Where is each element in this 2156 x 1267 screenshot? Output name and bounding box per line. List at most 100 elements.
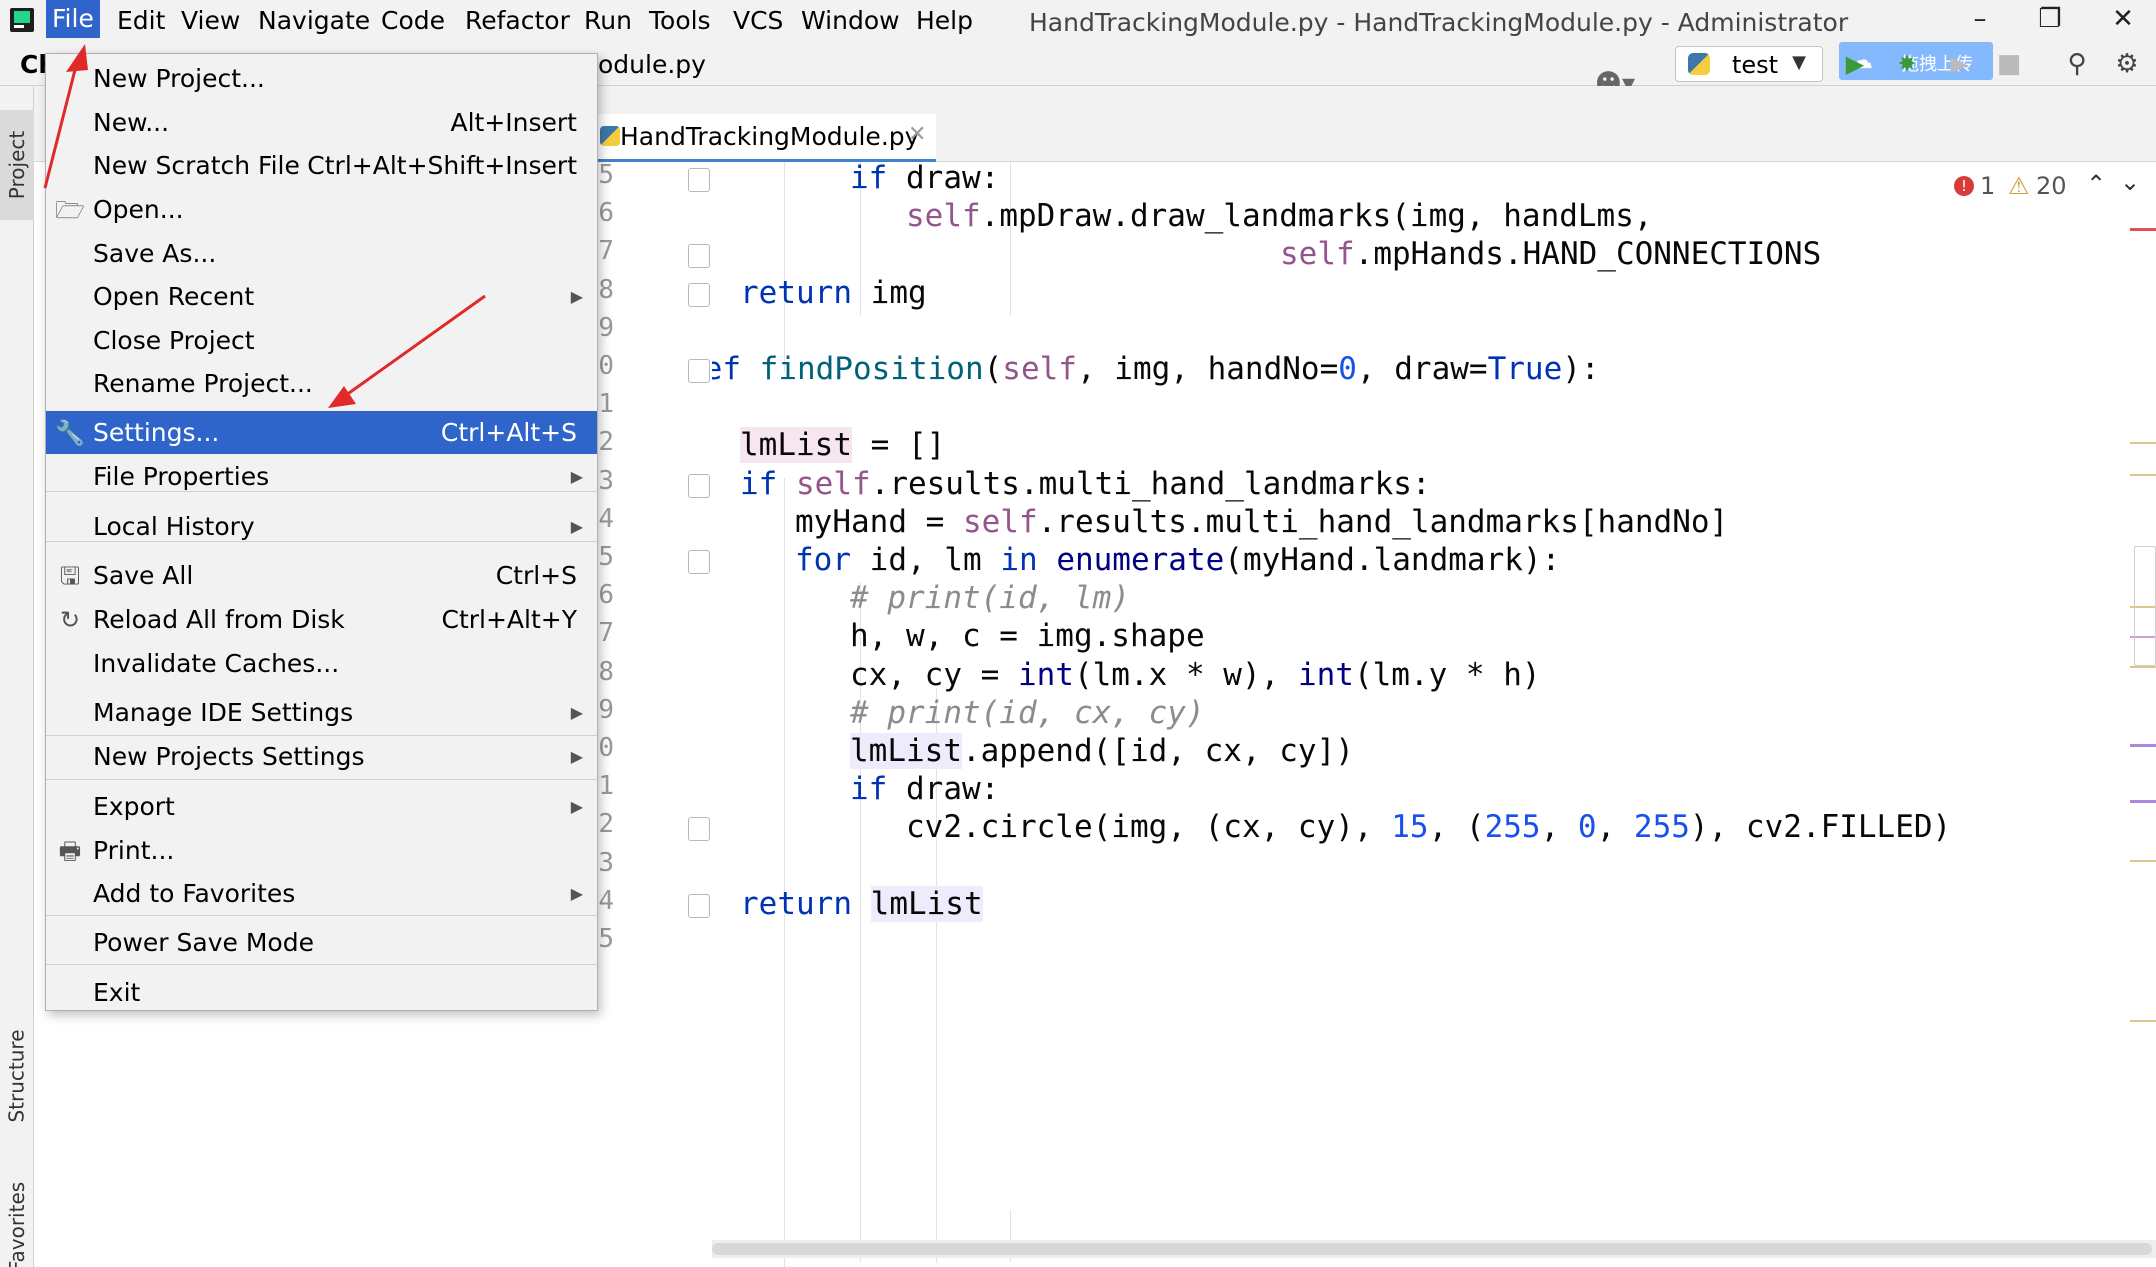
- code-token: ,: [1540, 809, 1578, 846]
- project-tool-tab[interactable]: Project: [0, 110, 34, 220]
- stop-icon[interactable]: ■: [1994, 46, 2024, 82]
- menu-window[interactable]: Window: [801, 8, 900, 34]
- code-token: cv2.circle(img, (cx, cy),: [906, 809, 1392, 846]
- code-token: ):: [1562, 351, 1600, 387]
- menu-item-power-save-mode[interactable]: Power Save Mode: [46, 921, 597, 964]
- menu-item-close-project[interactable]: Close Project: [46, 319, 597, 362]
- code-line: def findPosition(self, img, handNo=0, dr…: [712, 343, 1600, 395]
- menu-item-label: Open...: [93, 195, 184, 224]
- menu-item-shortcut: Ctrl+Alt+Y: [441, 605, 578, 634]
- menu-item-reload-all-from-disk[interactable]: ↻ Reload All from Disk Ctrl+Alt+Y: [46, 598, 597, 641]
- previous-highlight-icon[interactable]: ⌃: [2086, 170, 2106, 198]
- code-token: return: [740, 274, 871, 311]
- print-icon: 🖶: [58, 837, 82, 865]
- menu-item-invalidate-caches[interactable]: Invalidate Caches...: [46, 642, 597, 685]
- menu-file[interactable]: File: [46, 0, 100, 38]
- menu-view[interactable]: View: [181, 8, 240, 34]
- menu-item-rename-project[interactable]: Rename Project...: [46, 362, 597, 405]
- menu-item-new[interactable]: New... Alt+Insert: [46, 101, 597, 144]
- fold-marker-icon[interactable]: [688, 473, 710, 498]
- fold-marker-icon[interactable]: [688, 244, 710, 269]
- horizontal-scroll-thumb[interactable]: [712, 1243, 2152, 1255]
- code-token: self: [906, 198, 981, 235]
- tab-handtrackingmodule[interactable]: HandTrackingModule.py ✕: [596, 114, 936, 162]
- run-icon[interactable]: ▶: [1840, 46, 1870, 82]
- breadcrumb-file[interactable]: odule.py: [598, 50, 706, 79]
- horizontal-scrollbar[interactable]: [712, 1240, 2156, 1258]
- submenu-arrow-icon: ▶: [570, 884, 583, 903]
- gear-icon[interactable]: ⚙: [2110, 46, 2144, 82]
- menu-item-open-recent[interactable]: Open Recent ▶: [46, 275, 597, 318]
- run-config-select[interactable]: test ▼: [1675, 46, 1823, 82]
- warning-count: 20: [2036, 172, 2067, 200]
- code-editor[interactable]: if draw: self.mpDraw.draw_landmarks(img, …: [712, 162, 2156, 1267]
- menu-item-save-all[interactable]: 🖫 Save All Ctrl+S: [46, 554, 597, 597]
- menu-item-label: Manage IDE Settings: [93, 698, 354, 727]
- fold-marker-icon[interactable]: [688, 893, 710, 918]
- python-icon: [1688, 53, 1710, 75]
- debug-icon[interactable]: ✸: [1892, 46, 1922, 82]
- save-icon: 🖫: [59, 562, 81, 590]
- menu-item-save-as[interactable]: Save As...: [46, 232, 597, 275]
- menu-tools[interactable]: Tools: [649, 8, 711, 34]
- run-config-label: test: [1732, 51, 1779, 79]
- fold-marker-icon[interactable]: [688, 168, 710, 192]
- menu-vcs[interactable]: VCS: [733, 8, 783, 34]
- python-file-icon: [600, 126, 620, 146]
- menu-item-local-history[interactable]: Local History ▶: [46, 505, 597, 548]
- menu-run[interactable]: Run: [584, 8, 632, 34]
- code-token: 0: [1338, 351, 1357, 387]
- coverage-icon[interactable]: ▶: [1944, 46, 1974, 82]
- menu-item-open[interactable]: 🗁 Open...: [46, 188, 597, 231]
- fold-marker-icon[interactable]: [688, 282, 710, 307]
- close-tab-icon[interactable]: ✕: [908, 122, 926, 147]
- menu-item-label: Power Save Mode: [93, 928, 314, 957]
- code-token: (myHand.landmark):: [1224, 542, 1561, 578]
- favorites-tool-tab[interactable]: Favorites: [0, 1162, 34, 1267]
- code-token: , draw=: [1356, 351, 1488, 387]
- menu-code[interactable]: Code: [381, 8, 445, 34]
- code-token: return: [740, 885, 871, 922]
- minimize-button[interactable]: –: [1952, 0, 2008, 38]
- menu-item-shortcut: Alt+Insert: [450, 108, 577, 137]
- fold-marker-icon[interactable]: [688, 359, 710, 383]
- favorites-tab-label: Favorites: [5, 1181, 29, 1267]
- menu-item-file-properties[interactable]: File Properties ▶: [46, 455, 597, 498]
- stripe-mark-warning: [2130, 1020, 2156, 1022]
- fold-marker-icon[interactable]: [688, 550, 710, 574]
- search-icon[interactable]: ⚲: [2060, 46, 2094, 82]
- menu-item-label: Print...: [93, 836, 175, 865]
- app-logo-icon: [10, 8, 34, 32]
- menu-item-add-to-favorites[interactable]: Add to Favorites ▶: [46, 872, 597, 915]
- fold-marker-icon[interactable]: [688, 817, 710, 842]
- scroll-thumb[interactable]: [2134, 546, 2156, 666]
- menu-item-settings[interactable]: 🔧 Settings... Ctrl+Alt+S: [46, 411, 597, 454]
- wrench-icon: 🔧: [55, 419, 85, 447]
- menu-help[interactable]: Help: [916, 8, 973, 34]
- menu-item-exit[interactable]: Exit: [46, 971, 597, 1014]
- stripe-mark-usage: [2130, 800, 2156, 803]
- menu-item-new-project[interactable]: New Project...: [46, 57, 597, 100]
- restore-button[interactable]: ❐: [2022, 0, 2078, 38]
- inspection-widget[interactable]: ! 1 ⚠ 20 ⌃ ⌄: [1950, 168, 2150, 204]
- code-token: ,: [1596, 809, 1634, 846]
- menu-item-shortcut: Ctrl+Alt+Shift+Insert: [307, 151, 577, 180]
- menu-separator: [46, 779, 597, 780]
- menu-edit[interactable]: Edit: [117, 8, 165, 34]
- menu-item-label: Local History: [93, 512, 255, 541]
- code-token: findPosition: [759, 351, 984, 387]
- structure-tool-tab[interactable]: Structure: [0, 1006, 34, 1146]
- structure-tab-label: Structure: [5, 1029, 30, 1123]
- menu-refactor[interactable]: Refactor: [465, 8, 570, 34]
- menu-item-print[interactable]: 🖶 Print...: [46, 829, 597, 872]
- code-token: 15: [1391, 809, 1429, 846]
- menu-item-export[interactable]: Export ▶: [46, 785, 597, 828]
- menu-navigate[interactable]: Navigate: [258, 8, 370, 34]
- menu-item-new-projects-settings[interactable]: New Projects Settings ▶: [46, 735, 597, 778]
- menu-item-manage-ide-settings[interactable]: Manage IDE Settings ▶: [46, 691, 597, 734]
- code-token: (lm.y * h): [1353, 656, 1541, 693]
- menu-item-new-scratch-file[interactable]: New Scratch File Ctrl+Alt+Shift+Insert: [46, 144, 597, 187]
- folder-icon: 🗁: [55, 196, 85, 224]
- menu-item-label: Rename Project...: [93, 369, 313, 398]
- close-button[interactable]: ✕: [2095, 0, 2151, 38]
